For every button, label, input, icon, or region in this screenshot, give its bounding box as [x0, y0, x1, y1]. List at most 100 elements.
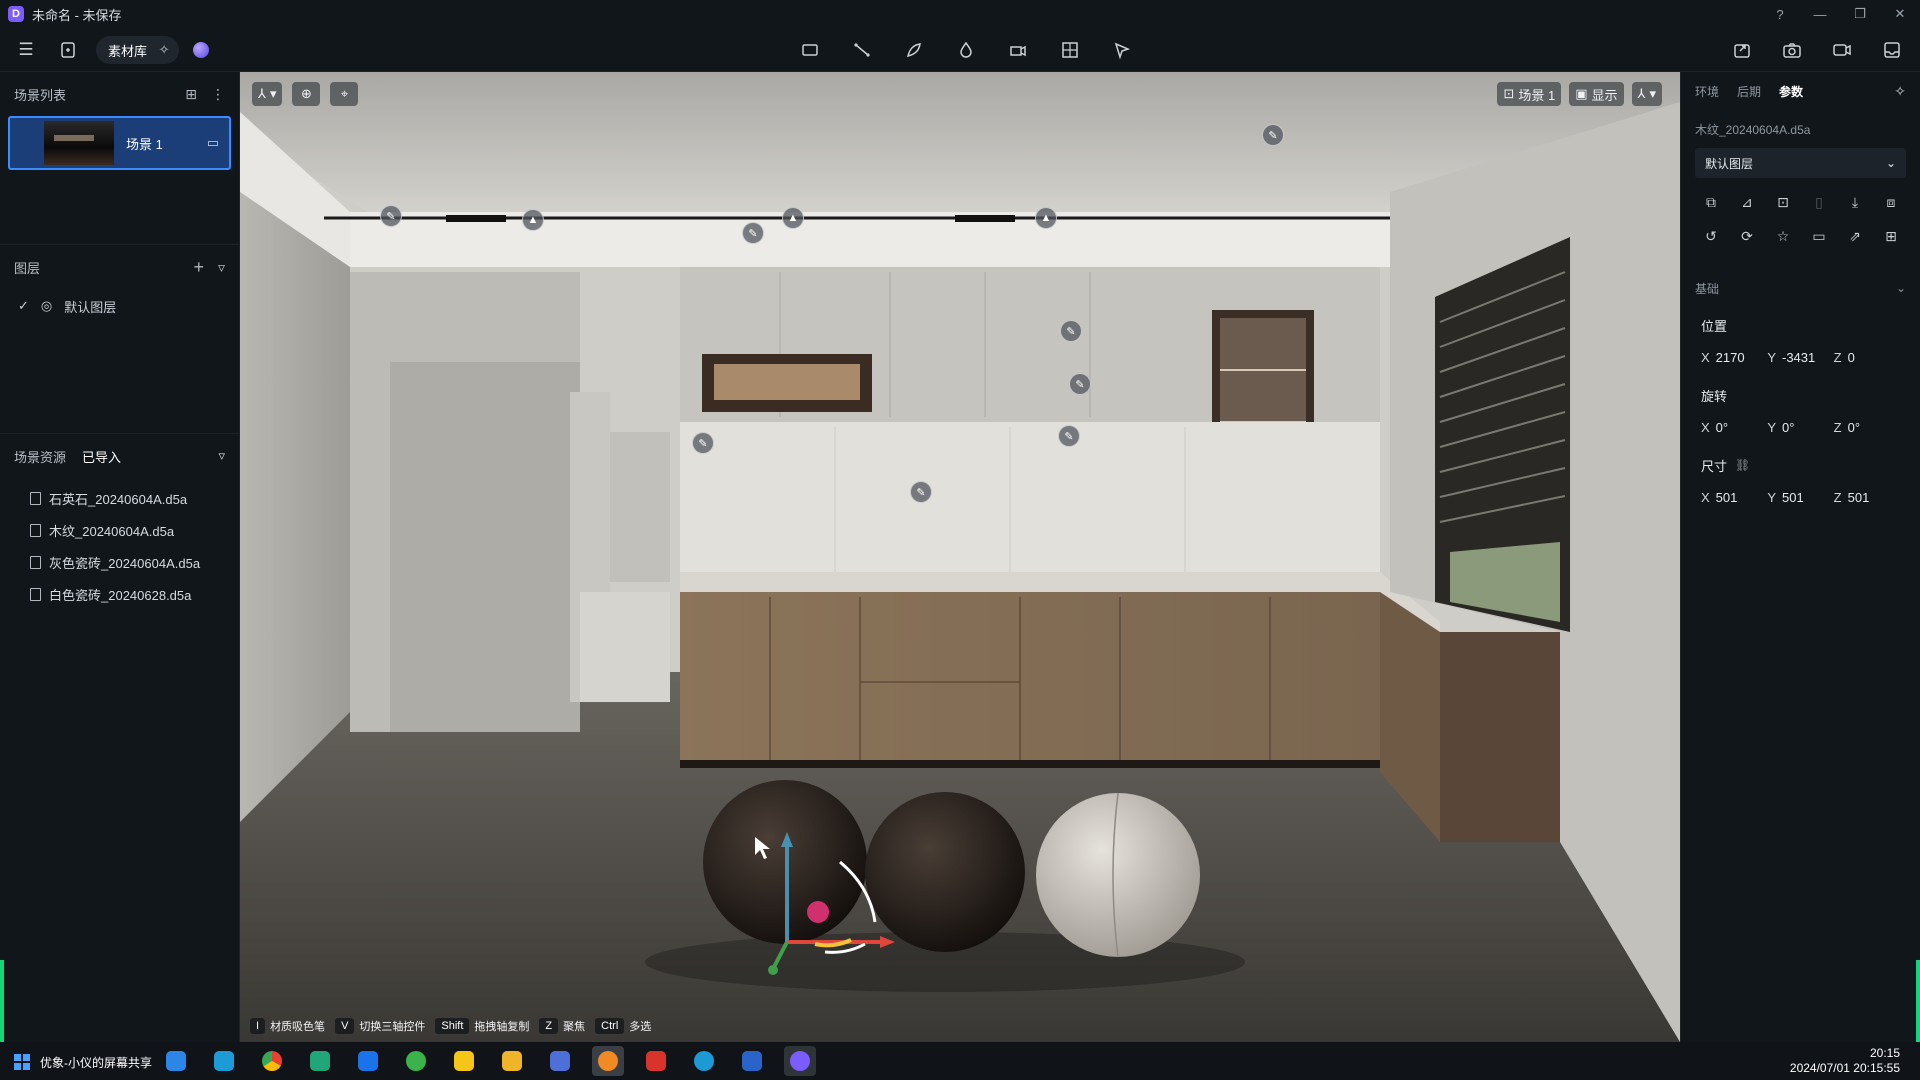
restore-button[interactable]: ❐: [1840, 6, 1880, 22]
taskbar-app-icon[interactable]: [640, 1046, 672, 1076]
taskbar-app-icon[interactable]: [400, 1046, 432, 1076]
export-arrow-icon[interactable]: ⇗: [1837, 224, 1873, 248]
shortcut-hints: I 材质吸色笔 V 切换三轴控件 Shift 拖拽轴复制 Z 聚焦 Ctrl 多选: [250, 1018, 651, 1034]
3d-viewport[interactable]: ✎ ▲ ✎ ▲ ▲ ✎ ✎ ✎ ✎ ✎ ✎ ⅄ ▾ ⊕ ⌖ ⊡ 场景 1 ▣ 显示 ⅄…: [240, 72, 1680, 1042]
refresh-icon[interactable]: ⟳: [1729, 224, 1765, 248]
taskbar-app-icon[interactable]: [304, 1046, 336, 1076]
filter-icon[interactable]: ▿: [218, 259, 225, 276]
align-icon[interactable]: ▯: [1801, 190, 1837, 214]
position-z-field[interactable]: Z0: [1834, 350, 1900, 365]
display-chip[interactable]: ▣ 显示: [1569, 82, 1624, 106]
video-icon[interactable]: [1828, 36, 1856, 64]
more-options-icon[interactable]: ⋮: [211, 86, 225, 103]
new-file-icon[interactable]: [54, 36, 82, 64]
eye-icon[interactable]: ◎: [41, 298, 52, 314]
asset-item[interactable]: 石英石_20240604A.d5a: [0, 482, 239, 514]
taskbar-app-icon[interactable]: [208, 1046, 240, 1076]
favorite-icon[interactable]: ☆: [1765, 224, 1801, 248]
basic-section-header[interactable]: 基础 ⌄: [1681, 272, 1920, 304]
share-icon[interactable]: [1728, 36, 1756, 64]
layer-select[interactable]: 默认图层 ⌄: [1695, 148, 1906, 178]
group-icon[interactable]: ⊞: [1873, 224, 1909, 248]
pen-tool-icon[interactable]: [900, 36, 928, 64]
globe-icon[interactable]: ⊕: [292, 82, 321, 106]
light-marker[interactable]: ✎: [742, 222, 764, 244]
undo-rotate-icon[interactable]: ↺: [1693, 224, 1729, 248]
grid-tool-icon[interactable]: [1056, 36, 1084, 64]
light-marker[interactable]: ✎: [380, 205, 402, 227]
camera-icon[interactable]: [1778, 36, 1806, 64]
rotation-z-field[interactable]: Z 0°: [1834, 420, 1900, 435]
light-marker[interactable]: ✎: [692, 432, 714, 454]
axis-mode-dropdown[interactable]: ⅄ ▾: [252, 82, 283, 106]
close-button[interactable]: ✕: [1880, 6, 1920, 22]
position-label: 位置: [1701, 318, 1728, 334]
rectangle-tool-icon[interactable]: [796, 36, 824, 64]
assets-filter-tab[interactable]: 已导入: [82, 447, 121, 466]
system-clock[interactable]: 20:15 2024/07/01 20:15:55: [1790, 1046, 1900, 1076]
position-x-field[interactable]: X 2170: [1701, 350, 1767, 365]
scene-camera-icon[interactable]: ▭: [207, 135, 219, 151]
add-scene-icon[interactable]: ⊞: [185, 86, 197, 103]
rotation-x-field[interactable]: X 0°: [1701, 420, 1767, 435]
drop-to-floor-icon[interactable]: ⤓: [1837, 190, 1873, 214]
check-icon[interactable]: ✓: [18, 298, 29, 314]
mirror-icon[interactable]: ⊿: [1729, 190, 1765, 214]
taskbar-app-icon[interactable]: [160, 1046, 192, 1076]
light-marker[interactable]: ▲: [782, 207, 804, 229]
line-tool-icon[interactable]: [848, 36, 876, 64]
export-icon[interactable]: [1878, 36, 1906, 64]
light-marker[interactable]: ✎: [910, 481, 932, 503]
light-marker[interactable]: ✎: [1069, 373, 1091, 395]
asset-item[interactable]: 白色瓷砖_20240628.d5a: [0, 578, 239, 610]
rotation-y-field[interactable]: Y 0°: [1767, 420, 1833, 435]
ai-orb-icon[interactable]: [193, 42, 210, 58]
drop-tool-icon[interactable]: [952, 36, 980, 64]
main-toolbar: ☰ 素材库 ✧: [0, 28, 1920, 72]
sparkle-icon[interactable]: ✧: [155, 41, 173, 59]
replace-icon[interactable]: ⧈: [1873, 190, 1909, 214]
focus-icon[interactable]: ⊡: [1765, 190, 1801, 214]
light-marker[interactable]: ✎: [1262, 124, 1284, 146]
tab-environment[interactable]: 环境: [1695, 83, 1719, 100]
duplicate-icon[interactable]: ⧉: [1693, 190, 1729, 214]
layer-item[interactable]: ✓ ◎ 默认图层: [0, 289, 239, 323]
light-marker[interactable]: ▲: [522, 209, 544, 231]
size-x-field[interactable]: X 501: [1701, 490, 1767, 505]
scene-view-chip[interactable]: ⊡ 场景 1: [1497, 82, 1562, 106]
tab-post[interactable]: 后期: [1737, 83, 1761, 100]
asset-item[interactable]: 木纹_20240604A.d5a: [0, 514, 239, 546]
pointer-flag-icon[interactable]: [1108, 36, 1136, 64]
d5-app-icon[interactable]: [784, 1046, 816, 1076]
tab-params[interactable]: 参数: [1779, 83, 1803, 100]
scene-item[interactable]: 场景 1 ▭: [8, 116, 231, 170]
gizmo-dropdown[interactable]: ⅄ ▾: [1631, 82, 1662, 106]
light-marker[interactable]: ▲: [1035, 207, 1057, 229]
size-y-field[interactable]: Y 501: [1767, 490, 1833, 505]
link-icon[interactable]: ⛓: [1735, 458, 1750, 472]
windows-start-icon[interactable]: [14, 1054, 30, 1070]
add-layer-icon[interactable]: +: [193, 257, 204, 278]
minimize-button[interactable]: —: [1800, 7, 1840, 22]
menu-icon[interactable]: ☰: [12, 36, 40, 64]
magic-wand-icon[interactable]: ✧: [1894, 83, 1906, 100]
light-marker[interactable]: ✎: [1058, 425, 1080, 447]
taskbar-app-icon[interactable]: [736, 1046, 768, 1076]
taskbar-app-icon[interactable]: [544, 1046, 576, 1076]
library-button[interactable]: 素材库: [108, 41, 147, 60]
chrome-icon[interactable]: [256, 1046, 288, 1076]
taskbar-app-icon[interactable]: [352, 1046, 384, 1076]
filter-icon[interactable]: ▿: [218, 448, 225, 464]
position-y-field[interactable]: Y -3431: [1767, 350, 1833, 365]
taskbar-app-icon[interactable]: [448, 1046, 480, 1076]
edge-icon[interactable]: [688, 1046, 720, 1076]
light-marker[interactable]: ✎: [1060, 320, 1082, 342]
camera-rig-icon[interactable]: [1004, 36, 1032, 64]
taskbar-app-icon[interactable]: [592, 1046, 624, 1076]
size-z-field[interactable]: Z 501: [1834, 490, 1900, 505]
file-explorer-icon[interactable]: [496, 1046, 528, 1076]
snap-icon[interactable]: ⌖: [330, 82, 359, 106]
asset-item[interactable]: 灰色瓷砖_20240604A.d5a: [0, 546, 239, 578]
folder-icon[interactable]: ▭: [1801, 224, 1837, 248]
help-icon[interactable]: ?: [1760, 7, 1800, 22]
